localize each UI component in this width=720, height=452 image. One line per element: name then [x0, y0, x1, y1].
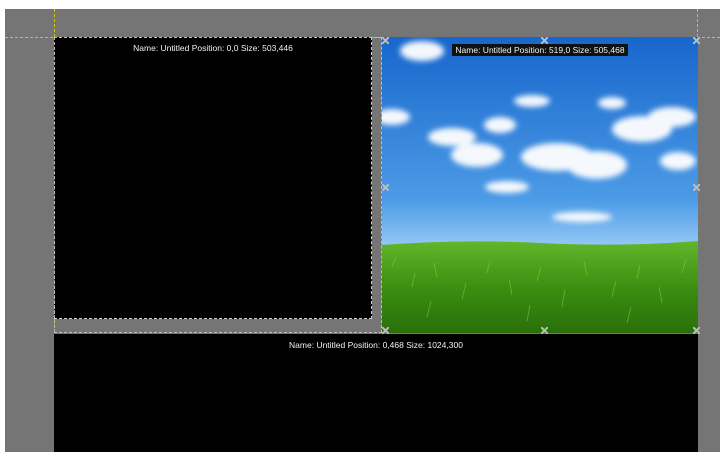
- transform-handle-icon[interactable]: [382, 327, 389, 334]
- transform-handle-icon[interactable]: [541, 37, 548, 44]
- transform-handle-icon[interactable]: [382, 184, 389, 191]
- layer-2-caption: Name: Untitled Position: 519,0 Size: 505…: [382, 44, 698, 56]
- transform-handle-icon[interactable]: [693, 327, 700, 334]
- layer-3-caption: Name: Untitled Position: 0,468 Size: 102…: [289, 340, 463, 350]
- layer-3[interactable]: Name: Untitled Position: 0,468 Size: 102…: [54, 334, 698, 452]
- layer-1-bounds: [54, 37, 382, 333]
- layer-2[interactable]: Name: Untitled Position: 519,0 Size: 505…: [382, 37, 698, 333]
- transform-handle-icon[interactable]: [693, 37, 700, 44]
- transform-handle-icon[interactable]: [693, 184, 700, 191]
- transform-handle-icon[interactable]: [382, 37, 389, 44]
- sky-grass-image: [382, 37, 698, 333]
- transform-handle-icon[interactable]: [541, 327, 548, 334]
